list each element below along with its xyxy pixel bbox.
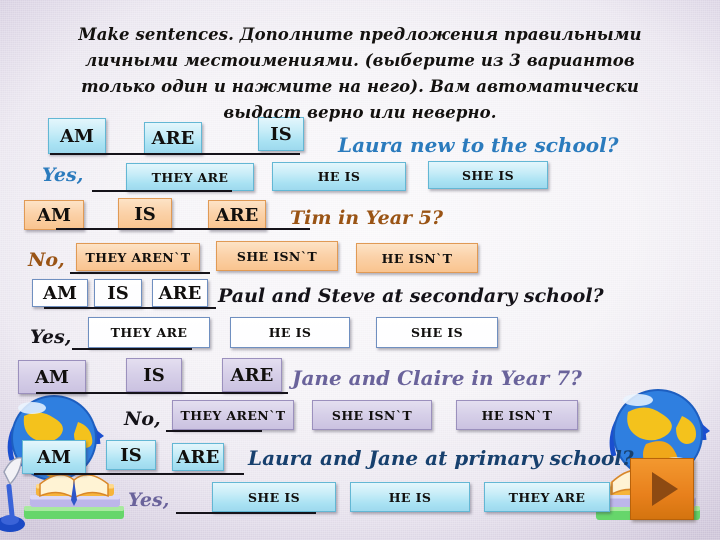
verb-option-are-4[interactable]: ARE bbox=[222, 358, 282, 392]
answer-option-5-1[interactable]: SHE IS bbox=[212, 482, 336, 512]
answer-option-4-2[interactable]: SHE ISN`T bbox=[312, 400, 432, 430]
answer-blank-1b bbox=[92, 190, 232, 192]
answer-blank-4b bbox=[166, 430, 262, 432]
answer-lead-4: No, bbox=[124, 408, 161, 430]
answer-option-3-3[interactable]: SHE IS bbox=[376, 317, 498, 348]
verb-option-are-5[interactable]: ARE bbox=[172, 443, 224, 471]
verb-option-is-3[interactable]: IS bbox=[94, 279, 142, 307]
answer-option-1-1[interactable]: THEY ARE bbox=[126, 163, 254, 191]
answer-option-1-2[interactable]: HE IS bbox=[272, 162, 406, 191]
answer-option-4-1[interactable]: THEY AREN`T bbox=[172, 400, 294, 430]
answer-lead-5: Yes, bbox=[128, 489, 170, 511]
answer-option-2-2[interactable]: SHE ISN`T bbox=[216, 241, 338, 271]
answer-blank-1a bbox=[50, 153, 300, 155]
verb-option-am-3[interactable]: AM bbox=[32, 279, 88, 307]
answer-lead-1: Yes, bbox=[42, 164, 84, 186]
answer-option-3-1[interactable]: THEY ARE bbox=[88, 317, 210, 348]
verb-option-am-4[interactable]: AM bbox=[18, 360, 86, 394]
answer-blank-2b bbox=[70, 272, 210, 274]
verb-option-am-5[interactable]: AM bbox=[22, 440, 86, 474]
answer-blank-2a bbox=[56, 228, 310, 230]
question-text-1: Laura new to the school? bbox=[338, 133, 619, 157]
answer-option-4-3[interactable]: HE ISN`T bbox=[456, 400, 578, 430]
play-next-button[interactable] bbox=[630, 458, 694, 520]
answer-option-5-2[interactable]: HE IS bbox=[350, 482, 470, 512]
question-text-2: Tim in Year 5? bbox=[290, 207, 444, 229]
verb-option-is-4[interactable]: IS bbox=[126, 358, 182, 392]
verb-option-am-2[interactable]: AM bbox=[24, 200, 84, 230]
question-text-5: Laura and Jane at primary school? bbox=[248, 446, 634, 470]
verb-option-are-2[interactable]: ARE bbox=[208, 200, 266, 230]
play-triangle-icon bbox=[652, 472, 678, 506]
slide-canvas: Make sentences. Дополните предложения пр… bbox=[0, 0, 720, 540]
answer-option-3-2[interactable]: HE IS bbox=[230, 317, 350, 348]
answer-blank-4a bbox=[36, 392, 288, 394]
verb-option-is-2[interactable]: IS bbox=[118, 198, 172, 230]
answer-option-2-1[interactable]: THEY AREN`T bbox=[76, 243, 200, 271]
question-text-4: Jane and Claire in Year 7? bbox=[292, 366, 582, 390]
answer-blank-3a bbox=[44, 307, 216, 309]
answer-lead-2: No, bbox=[28, 249, 65, 271]
page-title: Make sentences. Дополните предложения пр… bbox=[78, 25, 642, 122]
answer-blank-3b bbox=[72, 348, 192, 350]
verb-option-are-1[interactable]: ARE bbox=[144, 122, 202, 154]
answer-lead-3: Yes, bbox=[30, 326, 72, 348]
answer-option-2-3[interactable]: HE ISN`T bbox=[356, 243, 478, 273]
answer-option-1-3[interactable]: SHE IS bbox=[428, 161, 548, 189]
question-text-3: Paul and Steve at secondary school? bbox=[218, 285, 604, 307]
answer-blank-5b bbox=[176, 512, 316, 514]
answer-option-5-3[interactable]: THEY ARE bbox=[484, 482, 610, 512]
verb-option-are-3[interactable]: ARE bbox=[152, 279, 208, 307]
verb-option-is-5[interactable]: IS bbox=[106, 440, 156, 470]
answer-blank-5a bbox=[34, 473, 244, 475]
